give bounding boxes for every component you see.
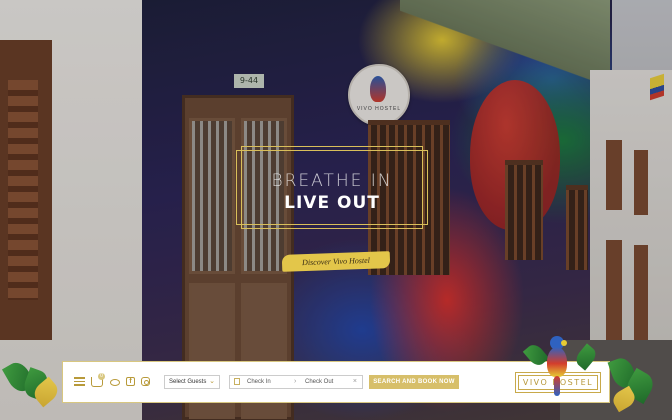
parrot-beak bbox=[561, 340, 567, 346]
calendar-icon bbox=[234, 378, 240, 385]
parrot-tail bbox=[554, 376, 560, 396]
parrot-mascot bbox=[544, 336, 570, 396]
instagram-icon[interactable] bbox=[141, 377, 150, 386]
hero-title-line1: BREATHE IN bbox=[271, 171, 393, 191]
arrow-right-icon: › bbox=[294, 378, 297, 385]
menu-icon[interactable] bbox=[74, 377, 85, 386]
guests-select[interactable]: Select Guests ⌄ bbox=[164, 375, 220, 389]
hero-title-frame: BREATHE IN LIVE OUT bbox=[236, 146, 428, 229]
tripadvisor-icon[interactable] bbox=[110, 379, 120, 386]
hero-title-line2: LIVE OUT bbox=[284, 193, 380, 213]
chevron-down-icon: ⌄ bbox=[209, 378, 215, 385]
booking-bar: 0 f Select Guests ⌄ Check In › Check Out… bbox=[62, 361, 610, 403]
guests-select-label: Select Guests bbox=[169, 379, 207, 385]
facebook-icon[interactable]: f bbox=[126, 377, 135, 386]
parrot-body bbox=[547, 347, 567, 377]
search-and-book-button[interactable]: SEARCH AND BOOK NOW bbox=[369, 375, 459, 389]
check-in-field[interactable]: Check In bbox=[247, 376, 271, 388]
check-out-field[interactable]: Check Out bbox=[305, 376, 333, 388]
clear-dates-icon[interactable]: × bbox=[353, 376, 357, 388]
cart-count-badge: 0 bbox=[98, 373, 105, 380]
date-range-picker[interactable]: Check In › Check Out × bbox=[229, 375, 363, 389]
